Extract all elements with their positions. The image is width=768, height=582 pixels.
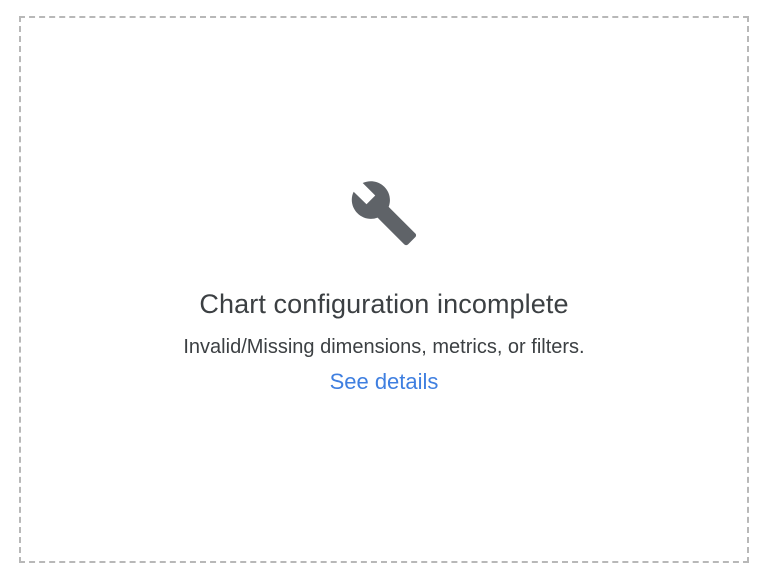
empty-state: Chart configuration incomplete Invalid/M… (21, 178, 747, 395)
empty-state-message: Invalid/Missing dimensions, metrics, or … (183, 336, 585, 358)
empty-state-title: Chart configuration incomplete (199, 289, 569, 319)
see-details-link[interactable]: See details (330, 369, 439, 395)
wrench-icon (349, 178, 419, 248)
chart-placeholder-frame: Chart configuration incomplete Invalid/M… (19, 16, 749, 563)
